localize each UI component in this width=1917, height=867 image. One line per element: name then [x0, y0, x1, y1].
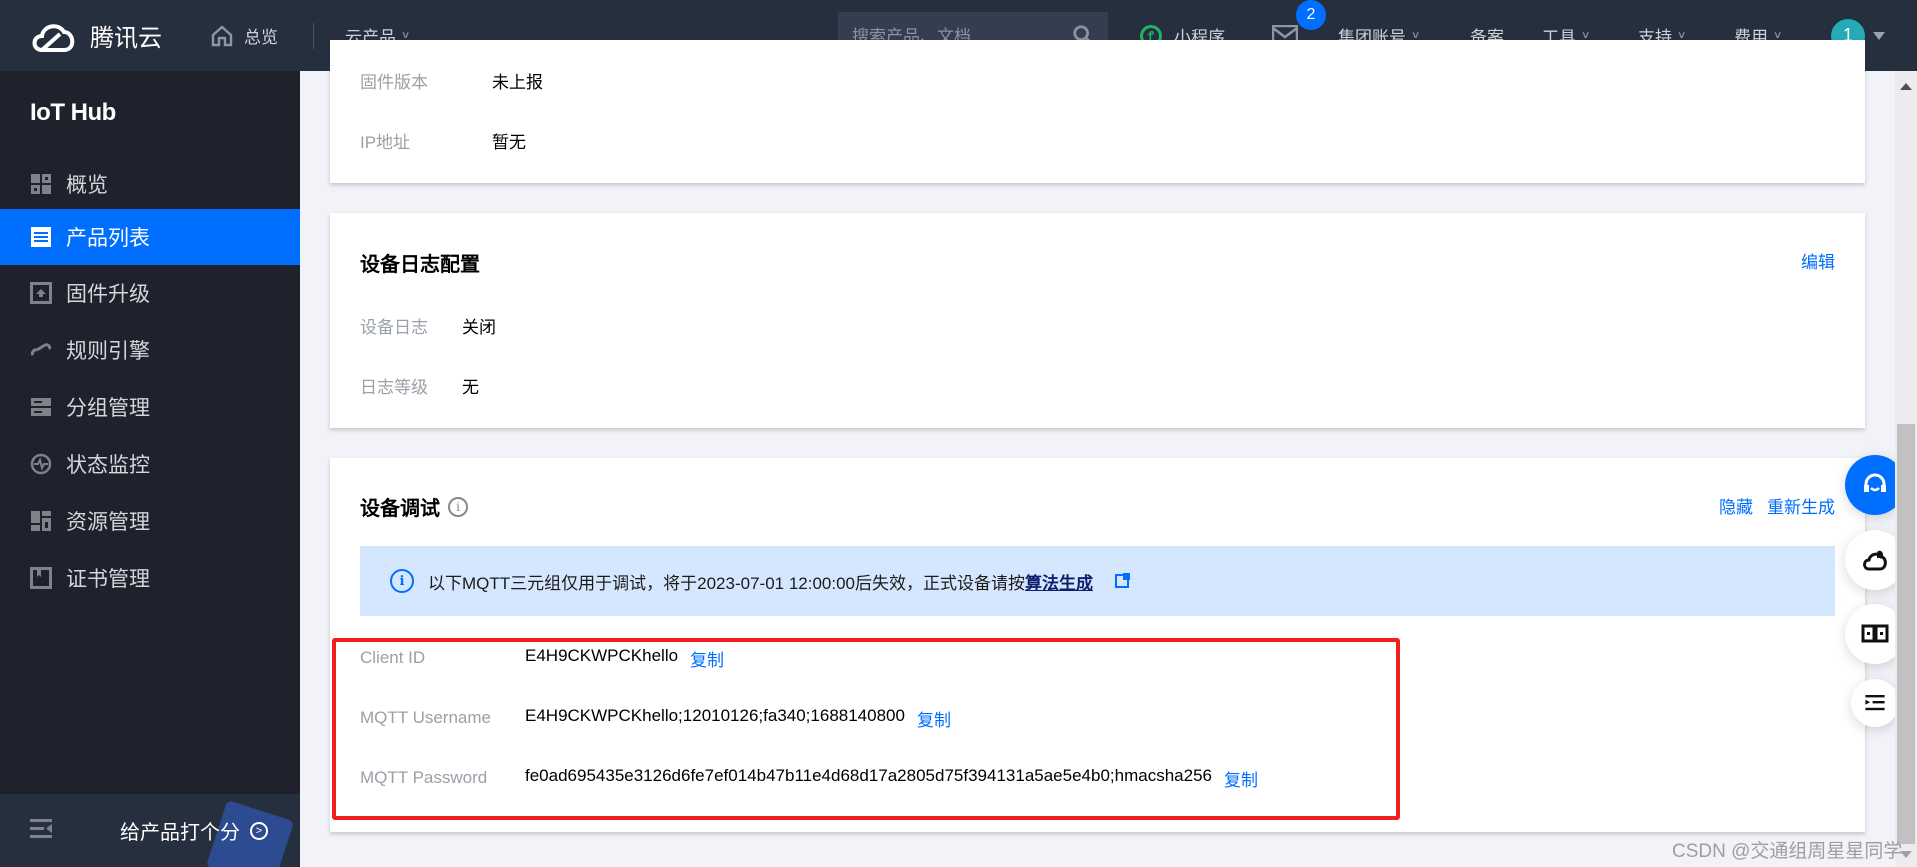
brand-name: 腾讯云	[90, 25, 162, 52]
tencent-cloud-logo-icon	[32, 23, 75, 52]
toc-button[interactable]	[1851, 679, 1899, 727]
scroll-thumb[interactable]	[1897, 424, 1915, 844]
home-icon	[211, 24, 233, 46]
watermark: CSDN @交通组周星星同学	[1672, 841, 1903, 862]
resource-icon	[31, 511, 51, 531]
regenerate-button[interactable]: 重新生成	[1767, 493, 1835, 518]
log-level-label: 日志等级	[360, 378, 428, 397]
sidebar-item-label: 固件升级	[66, 283, 150, 306]
sidebar-item-label: 资源管理	[66, 511, 150, 534]
sidebar-item-overview[interactable]: 概览	[0, 156, 300, 212]
sidebar-item-label: 概览	[66, 174, 108, 197]
sidebar-item-firmware-upgrade[interactable]: 固件升级	[0, 265, 300, 321]
sidebar-footer: 给产品打个分 >	[0, 794, 300, 867]
sidebar-item-label: 规则引擎	[66, 340, 150, 363]
sidebar-item-label: 分组管理	[66, 397, 150, 420]
highlight-annotation-box	[332, 638, 1400, 820]
log-config-title: 设备日志配置	[360, 254, 480, 276]
sidebar-title: IoT Hub	[30, 99, 116, 126]
device-debug-title-text: 设备调试	[360, 498, 440, 520]
page-scrollbar[interactable]	[1895, 71, 1917, 867]
arrow-right-circle-icon: >	[250, 821, 268, 840]
device-log-config-card: 设备日志配置 编辑 设备日志 关闭 日志等级 无	[330, 213, 1865, 428]
banner-text: 以下MQTT三元组仅用于调试，将于2023-07-01 12:00:00后失效，…	[428, 569, 1093, 594]
caret-down-icon	[1873, 31, 1885, 40]
nav-overview-label: 总览	[244, 28, 278, 47]
external-link-icon[interactable]	[1115, 573, 1131, 588]
banner-message: 以下MQTT三元组仅用于调试，将于2023-07-01 12:00:00后失效，…	[428, 573, 1026, 593]
info-icon[interactable]: i	[448, 496, 468, 517]
debug-info-banner: i 以下MQTT三元组仅用于调试，将于2023-07-01 12:00:00后失…	[360, 546, 1835, 616]
sidebar-item-resource-management[interactable]: 资源管理	[0, 493, 300, 549]
sidebar-item-group-management[interactable]: 分组管理	[0, 379, 300, 435]
list-icon	[31, 227, 51, 247]
link-icon	[30, 343, 52, 357]
sidebar-item-label: 证书管理	[66, 568, 150, 591]
device-log-label: 设备日志	[360, 318, 428, 337]
scroll-up-arrow-icon[interactable]	[1900, 83, 1912, 90]
book-icon	[1861, 624, 1889, 643]
nav-divider	[313, 23, 314, 49]
sidebar-item-status-monitor[interactable]: 状态监控	[0, 436, 300, 492]
grid-icon	[31, 174, 51, 194]
algorithm-generate-link[interactable]: 算法生成	[1025, 574, 1093, 593]
group-icon	[31, 398, 51, 416]
edit-log-config-link[interactable]: 编辑	[1801, 248, 1835, 273]
ip-address-label: IP地址	[360, 133, 411, 152]
upload-icon	[30, 282, 52, 304]
message-count-badge: 2	[1296, 0, 1326, 30]
device-debug-title: 设备调试 i	[360, 492, 468, 521]
device-log-value: 关闭	[462, 318, 496, 337]
info-icon: i	[390, 569, 414, 593]
firmware-version-label: 固件版本	[360, 73, 428, 92]
sidebar-item-rule-engine[interactable]: 规则引擎	[0, 322, 300, 378]
rate-product-button[interactable]: 给产品打个分 >	[120, 816, 268, 845]
firmware-version-value: 未上报	[492, 73, 543, 92]
debug-actions: 隐藏 重新生成	[1719, 493, 1835, 518]
sidebar-item-product-list[interactable]: 产品列表	[0, 209, 300, 265]
sidebar: IoT Hub 概览 产品列表 固件升级 规则引擎 分组管理 状态监控 资源管理…	[0, 71, 300, 867]
brand-logo[interactable]: 腾讯云	[28, 0, 162, 71]
cloud-bell-icon	[1863, 550, 1887, 571]
nav-overview[interactable]: 总览	[210, 0, 278, 71]
collapse-sidebar-icon[interactable]	[30, 818, 54, 840]
rate-product-label: 给产品打个分	[120, 822, 240, 844]
sidebar-item-label: 状态监控	[66, 454, 150, 477]
headset-icon	[1864, 473, 1886, 492]
sidebar-item-certificate-management[interactable]: 证书管理	[0, 550, 300, 606]
outline-list-icon	[1865, 695, 1885, 711]
monitor-icon	[30, 453, 52, 475]
log-level-value: 无	[462, 378, 479, 397]
sidebar-item-label: 产品列表	[66, 227, 150, 250]
ip-address-value: 暂无	[492, 133, 526, 152]
certificate-icon	[30, 567, 52, 589]
hide-button[interactable]: 隐藏	[1719, 493, 1753, 518]
device-info-card: 固件版本 未上报 IP地址 暂无	[330, 40, 1865, 183]
